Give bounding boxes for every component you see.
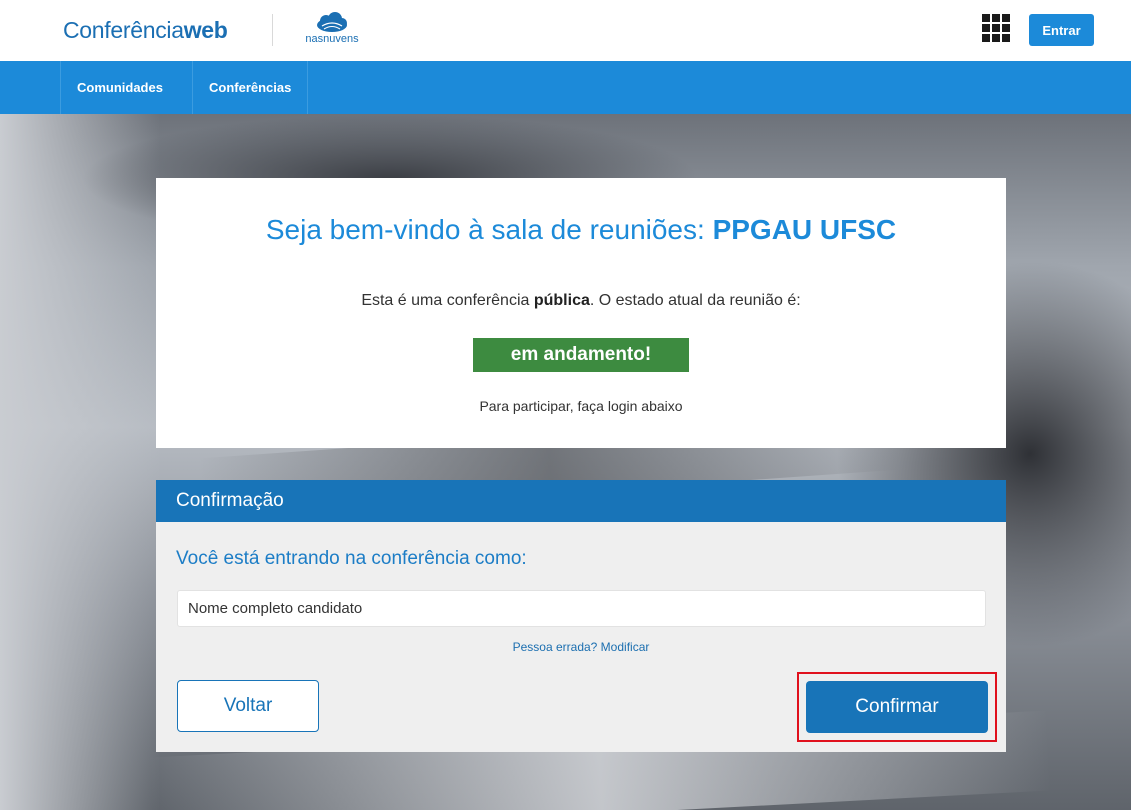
nav-item-comunidades[interactable]: Comunidades (60, 61, 179, 114)
change-person-link[interactable]: Pessoa errada? Modificar (156, 640, 1006, 654)
nasnuvens-logo-text: nasnuvens (305, 33, 359, 45)
highlight-frame: Confirmar (797, 672, 997, 742)
cloud-icon (317, 12, 347, 32)
login-button[interactable]: Entrar (1029, 14, 1094, 46)
participant-name-field[interactable] (177, 590, 986, 627)
meeting-visibility: pública (533, 292, 590, 309)
welcome-title: Seja bem-vindo à sala de reuniões: PPGAU… (156, 214, 1006, 246)
back-button[interactable]: Voltar (177, 680, 319, 732)
room-name: PPGAU UFSC (712, 214, 897, 245)
main-nav: Comunidades Conferências (0, 61, 1131, 114)
meeting-info-prefix: Esta é uma conferência (361, 292, 534, 309)
nasnuvens-logo: nasnuvens (296, 12, 368, 48)
conferenciaweb-logo[interactable]: Conferênciaweb (63, 17, 228, 44)
confirm-button[interactable]: Confirmar (806, 681, 988, 733)
top-header: Conferênciaweb nasnuvens Entrar (0, 0, 1131, 61)
nav-item-conferencias[interactable]: Conferências (192, 61, 309, 114)
brand-suffix: web (183, 17, 228, 43)
login-hint: Para participar, faça login abaixo (479, 398, 683, 414)
meeting-status-badge: em andamento! (473, 338, 689, 372)
logo-divider (272, 14, 273, 46)
welcome-card: Seja bem-vindo à sala de reuniões: PPGAU… (156, 178, 1006, 448)
brand-prefix: Conferência (63, 17, 184, 43)
confirmation-heading: Confirmação (156, 480, 1006, 522)
apps-grid-icon[interactable] (982, 14, 1010, 42)
welcome-title-prefix: Seja bem-vindo à sala de reuniões: (265, 214, 713, 245)
confirmation-panel: Confirmação Você está entrando na confer… (156, 480, 1006, 752)
confirmation-subtitle: Você está entrando na conferência como: (176, 548, 527, 569)
meeting-info: Esta é uma conferência pública. O estado… (156, 292, 1006, 310)
meeting-info-suffix: . O estado atual da reunião é: (589, 292, 801, 309)
